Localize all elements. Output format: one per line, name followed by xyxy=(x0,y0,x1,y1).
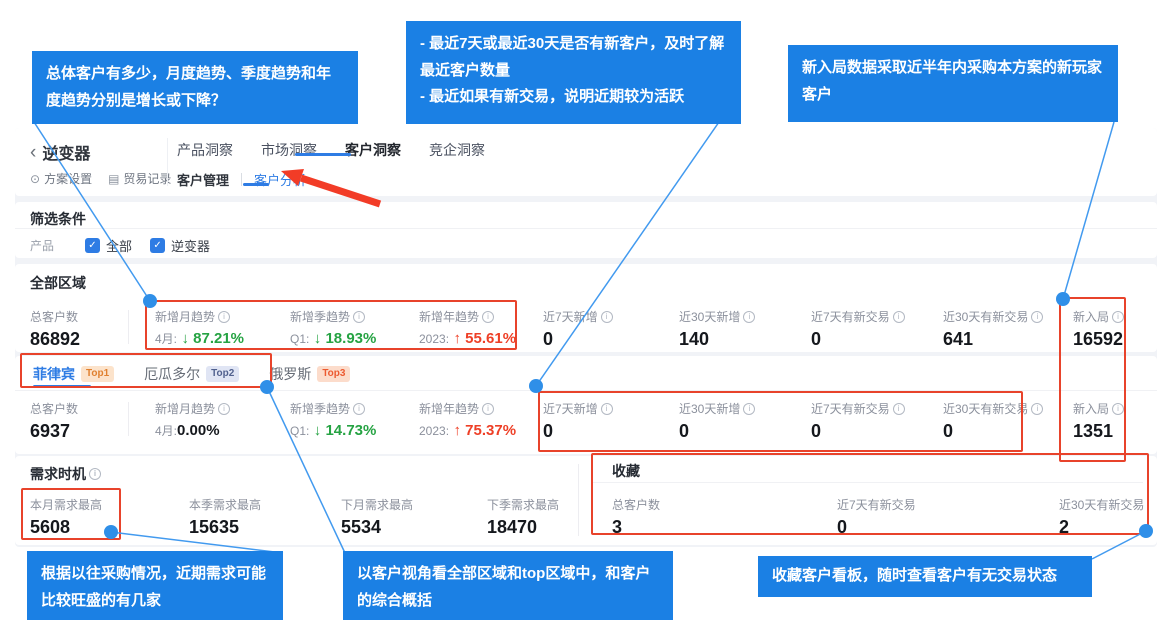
country-tab-philippines[interactable]: 菲律宾 Top1 xyxy=(33,364,114,384)
gear-icon: ⊙ xyxy=(30,172,40,186)
checkbox-inverter-label[interactable]: 逆变器 xyxy=(171,236,210,255)
stat-total-customers: 总客户数 6937 xyxy=(30,400,78,442)
trade-records-button[interactable]: ▤ 贸易记录 xyxy=(108,170,171,187)
info-icon xyxy=(1031,311,1043,323)
solution-title: 逆变器 xyxy=(42,140,90,164)
favorites-title: 收藏 xyxy=(612,461,640,481)
info-icon xyxy=(1031,403,1043,415)
top2-badge: Top2 xyxy=(206,366,239,382)
checkbox-inverter-checked-icon[interactable] xyxy=(150,238,165,253)
tab-market-insight[interactable]: 市场洞察 xyxy=(261,140,317,160)
stat-new-7d: 近7天新增 0 xyxy=(543,400,613,442)
subtab-customer-analysis[interactable]: 客户分析 xyxy=(254,170,306,189)
stat-quarter-trend: 新增季趋势 Q1: ↓ 14.73% xyxy=(290,400,376,440)
filter-divider xyxy=(15,228,1157,229)
stat-new-30d: 近30天新增 140 xyxy=(679,308,755,350)
checkbox-all-label[interactable]: 全部 xyxy=(106,236,132,255)
info-icon xyxy=(893,311,905,323)
stat-quarter-trend: 新增季趋势 Q1: ↓ 18.93% xyxy=(290,308,376,348)
stat-trade-30d: 近30天有新交易 0 xyxy=(943,400,1043,442)
header-card: ‹ 逆变器 ⊙ 方案设置 ▤ 贸易记录 产品洞察 市场洞察 客户洞察 竞企洞察 … xyxy=(15,128,1157,196)
info-icon xyxy=(1112,311,1124,323)
stat-demand-next-quarter: 下季需求最高 18470 xyxy=(487,496,559,538)
info-icon xyxy=(353,311,365,323)
top1-badge: Top1 xyxy=(81,366,114,382)
document-icon: ▤ xyxy=(108,172,119,186)
top3-badge: Top3 xyxy=(317,366,350,382)
stat-trade-7d: 近7天有新交易 0 xyxy=(811,308,905,350)
annotation-bottom-middle: 以客户视角看全部区域和top区域中，和客户的综合概括 xyxy=(343,551,673,620)
country-tab-russia[interactable]: 俄罗斯 Top3 xyxy=(269,364,350,384)
stat-fav-trade-30d: 近30天有新交易 2 xyxy=(1059,496,1144,538)
stat-fav-trade-7d: 近7天有新交易 0 xyxy=(837,496,916,538)
stat-demand-this-quarter: 本季需求最高 15635 xyxy=(189,496,261,538)
info-icon xyxy=(482,403,494,415)
header-divider xyxy=(167,138,168,186)
stat-year-trend: 新增年趋势 2023: ↑ 75.37% xyxy=(419,400,516,440)
tab-customer-insight[interactable]: 客户洞察 xyxy=(345,140,401,160)
info-icon xyxy=(218,403,230,415)
annotation-top-middle: - 最近7天或最近30天是否有新客户，及时了解最近客户数量 - 最近如果有新交易… xyxy=(406,21,741,124)
stat-year-trend: 新增年趋势 2023: ↑ 55.61% xyxy=(419,308,516,348)
stat-divider xyxy=(128,310,129,344)
info-icon xyxy=(482,311,494,323)
scheme-settings-button[interactable]: ⊙ 方案设置 xyxy=(30,170,92,187)
tab-product-insight[interactable]: 产品洞察 xyxy=(177,140,233,160)
info-icon xyxy=(353,403,365,415)
stat-demand-next-month: 下月需求最高 5534 xyxy=(341,496,413,538)
demand-title: 需求时机 xyxy=(30,464,101,484)
stat-new-entrant: 新入局 1351 xyxy=(1073,400,1124,442)
favorites-vertical-divider xyxy=(578,464,579,536)
favorites-divider xyxy=(591,482,1143,483)
country-tab-ecuador[interactable]: 厄瓜多尔 Top2 xyxy=(144,364,239,384)
all-region-title: 全部区域 xyxy=(30,273,86,293)
stat-divider xyxy=(128,402,129,436)
top-region-card: 菲律宾 Top1 厄瓜多尔 Top2 俄罗斯 Top3 总客户数 6937 新增… xyxy=(15,356,1157,454)
subtab-customer-management[interactable]: 客户管理 xyxy=(177,170,229,189)
stat-trade-7d: 近7天有新交易 0 xyxy=(811,400,905,442)
back-chevron-icon: ‹ xyxy=(30,143,36,162)
active-subtab-underline xyxy=(243,183,269,186)
filter-field-label: 产品 xyxy=(30,237,85,254)
info-icon xyxy=(601,403,613,415)
info-icon xyxy=(743,311,755,323)
stat-new-7d: 近7天新增 0 xyxy=(543,308,613,350)
filter-card: 筛选条件 产品 全部 逆变器 xyxy=(15,202,1157,258)
screenshot-stage: ‹ 逆变器 ⊙ 方案设置 ▤ 贸易记录 产品洞察 市场洞察 客户洞察 竞企洞察 … xyxy=(0,0,1172,626)
annotation-top-left: 总体客户有多少，月度趋势、季度趋势和年度趋势分别是增长或下降？ xyxy=(32,51,358,124)
stat-trade-30d: 近30天有新交易 641 xyxy=(943,308,1043,350)
annotation-bottom-right: 收藏客户看板，随时查看客户有无交易状态 xyxy=(758,556,1092,597)
all-region-card: 全部区域 总客户数 86892 新增月趋势 4月: ↓ 87.21% 新增季趋势… xyxy=(15,264,1157,352)
active-tab-underline xyxy=(295,153,351,156)
back-button[interactable]: ‹ 逆变器 xyxy=(30,140,90,164)
subtab-divider xyxy=(241,173,242,186)
info-icon xyxy=(601,311,613,323)
info-icon xyxy=(218,311,230,323)
checkbox-all-checked-icon[interactable] xyxy=(85,238,100,253)
info-icon xyxy=(89,468,101,480)
info-icon xyxy=(1112,403,1124,415)
active-country-underline xyxy=(33,385,91,388)
demand-card: 需求时机 本月需求最高 5608 本季需求最高 15635 下月需求最高 553… xyxy=(15,456,1157,545)
stat-fav-total: 总客户数 3 xyxy=(612,496,660,538)
info-icon xyxy=(743,403,755,415)
stat-new-30d: 近30天新增 0 xyxy=(679,400,755,442)
filter-title: 筛选条件 xyxy=(30,209,86,229)
tab-competitor-insight[interactable]: 竞企洞察 xyxy=(429,140,485,160)
info-icon xyxy=(893,403,905,415)
stat-total-customers: 总客户数 86892 xyxy=(30,308,80,350)
annotation-top-right: 新入局数据采取近半年内采购本方案的新玩家客户 xyxy=(788,45,1118,122)
annotation-bottom-left: 根据以往采购情况，近期需求可能比较旺盛的有几家 xyxy=(27,551,283,620)
stat-month-trend: 新增月趋势 4月: ↓ 87.21% xyxy=(155,308,244,348)
country-tabs-divider xyxy=(15,390,1157,391)
stat-new-entrant: 新入局 16592 xyxy=(1073,308,1124,350)
stat-demand-this-month: 本月需求最高 5608 xyxy=(30,496,102,538)
stat-month-trend: 新增月趋势 4月:0.00% xyxy=(155,400,230,440)
